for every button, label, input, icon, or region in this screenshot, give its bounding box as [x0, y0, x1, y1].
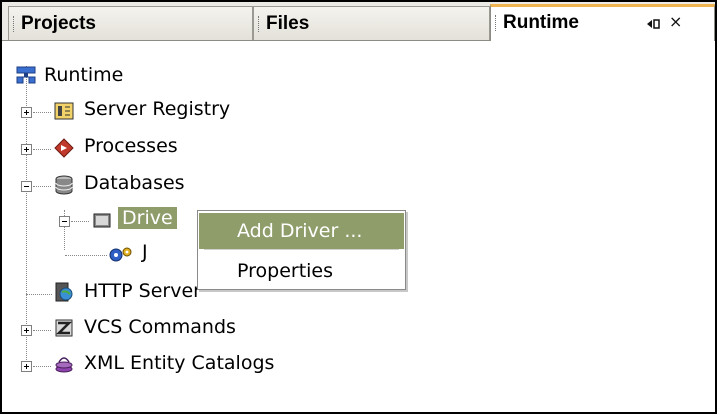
- tab-label: Runtime: [503, 12, 579, 33]
- processes-icon: [54, 138, 74, 158]
- tab-runtime[interactable]: Runtime ×: [490, 4, 715, 41]
- tree-connector: [71, 221, 89, 222]
- tree-label: Databases: [84, 172, 185, 194]
- close-icon[interactable]: ×: [669, 14, 682, 30]
- collapse-icon[interactable]: [59, 216, 70, 227]
- tree-label: Processes: [84, 135, 178, 157]
- vcs-commands-icon: [55, 319, 73, 337]
- tree-item-xml-entity-catalogs[interactable]: XML Entity Catalogs: [2, 350, 362, 380]
- tree-item-processes[interactable]: Processes: [2, 133, 302, 163]
- tree-item-databases[interactable]: Databases: [2, 170, 302, 200]
- tree-connector: [33, 149, 51, 150]
- menu-item-add-driver[interactable]: Add Driver ...: [199, 213, 404, 249]
- tree-connector: [33, 112, 51, 113]
- tree-label: VCS Commands: [84, 316, 236, 338]
- menu-item-properties[interactable]: Properties: [199, 253, 404, 289]
- http-server-icon: [55, 282, 73, 302]
- xml-catalog-icon: [55, 357, 73, 373]
- tree-root-runtime[interactable]: Runtime: [16, 62, 216, 92]
- tab-grip-icon: [495, 15, 498, 31]
- tree-label: Drive: [118, 207, 177, 229]
- tree-label: J: [142, 241, 148, 263]
- tree-connector: [26, 294, 52, 295]
- tab-projects[interactable]: Projects: [8, 6, 253, 40]
- tree-label: XML Entity Catalogs: [84, 352, 275, 374]
- server-registry-icon: [54, 102, 74, 120]
- tree-connector: [33, 366, 51, 367]
- runtime-window: Projects Files Runtime × Runtime Server …: [0, 0, 717, 414]
- database-icon: [55, 175, 73, 195]
- context-menu: Add Driver ... Properties: [197, 210, 406, 290]
- tree-connector: [33, 186, 51, 187]
- folder-icon: [93, 213, 111, 228]
- expand-icon[interactable]: [21, 107, 32, 118]
- tree-label: Server Registry: [84, 98, 231, 120]
- tab-files[interactable]: Files: [253, 6, 490, 40]
- tree-label: Runtime: [44, 64, 124, 86]
- expand-icon[interactable]: [21, 144, 32, 155]
- tree-item-server-registry[interactable]: Server Registry: [2, 96, 302, 126]
- tree-connector: [65, 255, 107, 256]
- menu-item-label: Properties: [237, 260, 334, 282]
- collapse-icon[interactable]: [21, 181, 32, 192]
- menu-separator: [204, 249, 399, 250]
- menu-item-label: Add Driver ...: [237, 220, 363, 242]
- expand-icon[interactable]: [21, 361, 32, 372]
- runtime-network-icon: [16, 66, 36, 84]
- minimize-window-icon[interactable]: [646, 17, 662, 34]
- tab-strip: Projects Files Runtime ×: [2, 2, 715, 41]
- tree-label: HTTP Server: [84, 280, 201, 302]
- tab-label: Files: [266, 13, 310, 34]
- tree-item-driver-child[interactable]: J: [2, 239, 222, 269]
- tab-grip-icon: [13, 16, 16, 32]
- expand-icon[interactable]: [21, 325, 32, 336]
- tab-grip-icon: [258, 16, 261, 32]
- tree-item-vcs-commands[interactable]: VCS Commands: [2, 314, 322, 344]
- tree-connector: [33, 330, 51, 331]
- tab-label: Projects: [21, 13, 96, 34]
- driver-gears-icon: [109, 247, 132, 262]
